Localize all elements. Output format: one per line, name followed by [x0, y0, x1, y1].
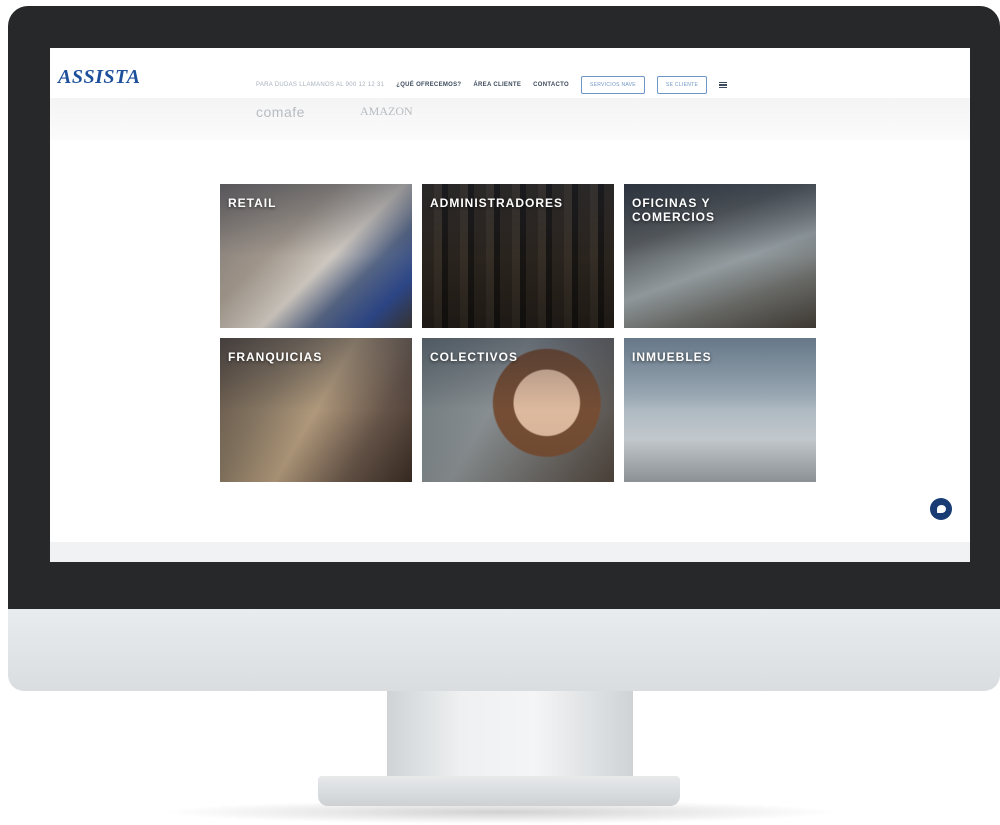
top-navbar: ASSISTA PARA DUDAS LLAMANOS AL 900 12 12…	[50, 48, 970, 106]
category-tile-oficinas[interactable]: OFICINAS Y COMERCIOS	[624, 184, 816, 328]
nav-link-contacto[interactable]: CONTACTO	[533, 82, 569, 88]
chat-bubble-icon[interactable]	[930, 498, 952, 520]
hamburger-icon[interactable]	[719, 82, 728, 88]
nav-bar: PARA DUDAS LLAMANOS AL 900 12 12 31 ¿QUÉ…	[256, 76, 728, 94]
brand-logo: comafe	[256, 104, 305, 120]
category-label: FRANQUICIAS	[228, 350, 323, 364]
category-tile-colectivos[interactable]: COLECTIVOS	[422, 338, 614, 482]
brand-logo: AMAZON	[360, 104, 413, 118]
monitor-chin	[8, 609, 1000, 691]
category-label: INMUEBLES	[632, 350, 712, 364]
category-tile-inmuebles[interactable]: INMUEBLES	[624, 338, 816, 482]
category-label: ADMINISTRADORES	[430, 196, 564, 210]
logo-text: ASSISTA	[58, 66, 141, 88]
category-tile-retail[interactable]: RETAIL	[220, 184, 412, 328]
category-tile-franquicias[interactable]: FRANQUICIAS	[220, 338, 412, 482]
services-button[interactable]: SERVICIOS NAVE	[580, 76, 645, 94]
monitor-foot	[318, 776, 680, 806]
client-button[interactable]: SE CLIENTE	[656, 76, 708, 94]
category-grid: RETAIL ADMINISTRADORES OFICINAS Y COMERC…	[220, 184, 816, 482]
screen: ASSISTA PARA DUDAS LLAMANOS AL 900 12 12…	[50, 48, 970, 562]
screen-footer-strip	[50, 542, 970, 562]
nav-link-area-cliente[interactable]: ÁREA CLIENTE	[473, 82, 521, 88]
logo[interactable]: ASSISTA	[58, 66, 141, 96]
nav-link-que-ofrecemos[interactable]: ¿QUÉ OFRECEMOS?	[396, 82, 461, 88]
category-label: COLECTIVOS	[430, 350, 519, 364]
phone-text: PARA DUDAS LLAMANOS AL 900 12 12 31	[256, 82, 385, 88]
category-label: OFICINAS Y COMERCIOS	[632, 196, 716, 224]
category-tile-administradores[interactable]: ADMINISTRADORES	[422, 184, 614, 328]
category-label: RETAIL	[228, 196, 277, 210]
monitor-stand	[387, 690, 633, 782]
